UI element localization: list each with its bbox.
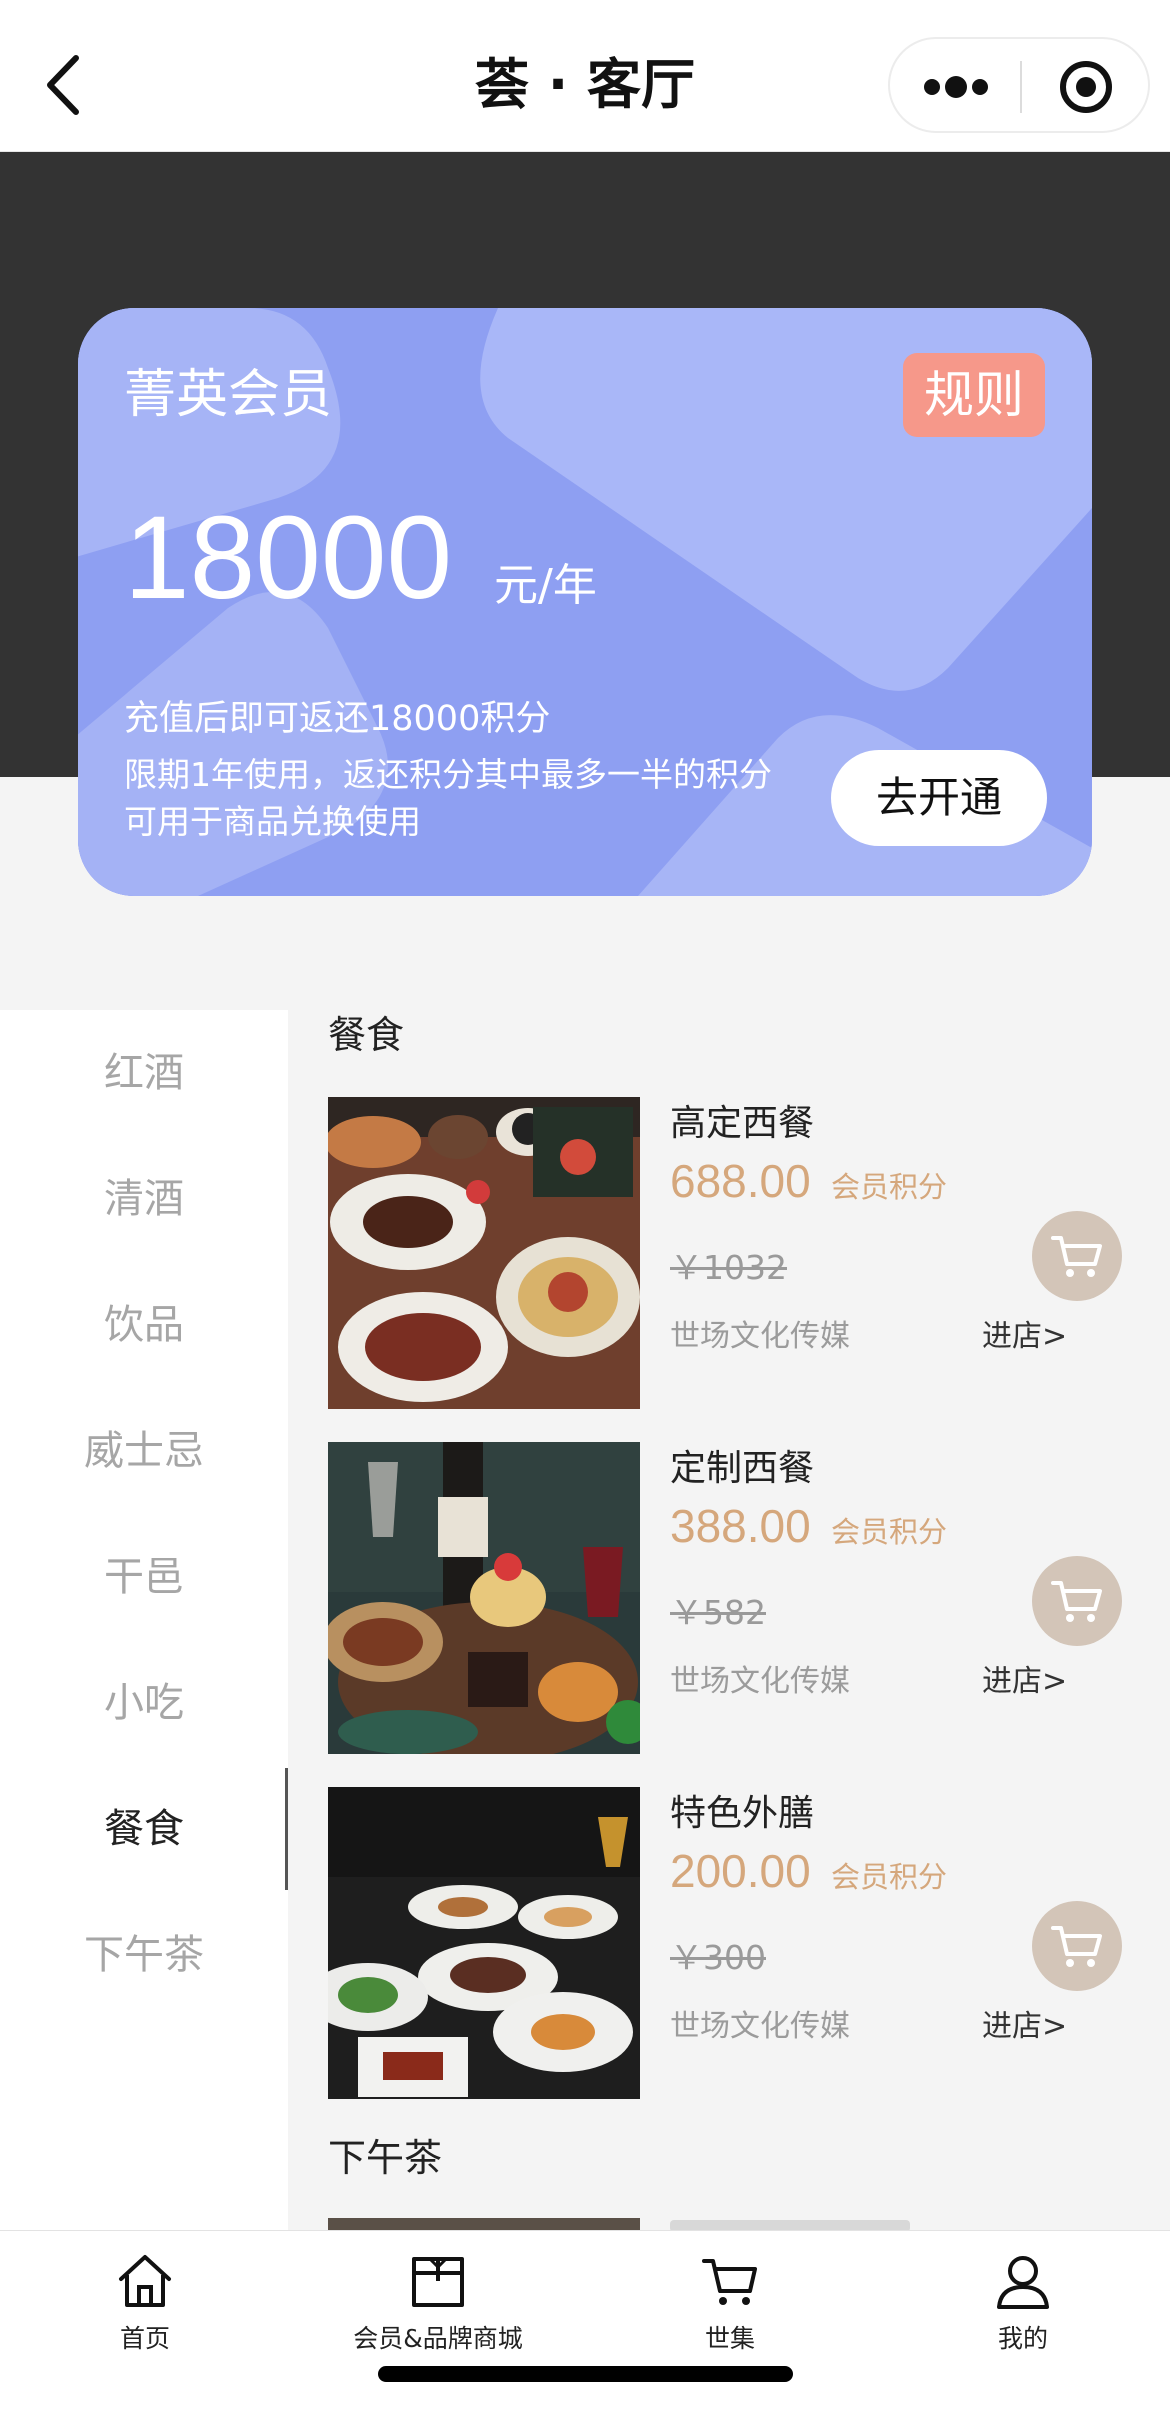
tab-label: 我的	[997, 2324, 1048, 2353]
section-title: 下午茶	[328, 2136, 443, 2180]
cart-icon	[1051, 1926, 1102, 1967]
member-tier: 菁英会员	[124, 365, 333, 425]
product-points: 388.00	[670, 1500, 811, 1552]
product-card[interactable]: 定制西餐 388.00 会员积分 ￥582 世场文化传媒 进店>	[328, 1442, 1138, 1754]
product-points: 688.00	[670, 1155, 811, 1207]
card-description-line: 限期1年使用，返还积分其中最多一半的积分	[124, 755, 772, 794]
product-image	[328, 1097, 640, 1409]
category-item[interactable]: 清酒	[0, 1136, 288, 1262]
member-card: 菁英会员 规则 18000 元/年 充值后即可返还18000积分 限期1年使用，…	[78, 308, 1092, 896]
user-icon	[997, 2256, 1049, 2309]
add-to-cart-button[interactable]	[1032, 1901, 1122, 1991]
product-card[interactable]: 高定西餐 688.00 会员积分 ￥1032 世场文化传媒 进店>	[328, 1097, 1138, 1409]
add-to-cart-button[interactable]	[1032, 1211, 1122, 1301]
activate-membership-button[interactable]: 去开通	[831, 750, 1047, 846]
product-card[interactable]: 特色外膳 200.00 会员积分 ￥300 世场文化传媒 进店>	[328, 1787, 1138, 2099]
category-item[interactable]: 红酒	[0, 1010, 288, 1136]
enter-store-link[interactable]: 进店>	[982, 1660, 1067, 1704]
more-dots-icon	[924, 76, 988, 98]
home-indicator	[378, 2366, 793, 2382]
original-price: ￥300	[670, 1938, 766, 1977]
original-price: ￥1032	[670, 1248, 787, 1287]
category-item[interactable]: 干邑	[0, 1514, 288, 1640]
merchant-name: 世场文化传媒	[670, 1664, 850, 1699]
original-price: ￥582	[670, 1593, 766, 1632]
tab-mine[interactable]: 我的	[963, 2231, 1083, 2361]
category-item-active[interactable]: 餐食	[0, 1766, 288, 1892]
card-description-line: 充值后即可返还18000积分	[124, 699, 551, 739]
product-points: 200.00	[670, 1845, 811, 1897]
merchant-name: 世场文化传媒	[670, 2009, 850, 2044]
cart-icon	[1051, 1581, 1102, 1622]
category-item[interactable]: 下午茶	[0, 1892, 288, 2018]
tab-label: 会员&品牌商城	[353, 2324, 523, 2353]
category-item[interactable]: 饮品	[0, 1262, 288, 1388]
points-label: 会员积分	[831, 1170, 948, 1204]
product-name: 定制西餐	[670, 1448, 815, 1489]
price-unit: 元/年	[494, 560, 597, 611]
product-name: 高定西餐	[670, 1103, 815, 1144]
tab-shiji[interactable]: 世集	[670, 2231, 790, 2361]
enter-store-link[interactable]: 进店>	[982, 2005, 1067, 2049]
cart-icon	[702, 2259, 757, 2305]
tab-label: 首页	[119, 2324, 170, 2353]
points-label: 会员积分	[831, 1860, 948, 1894]
mini-program-capsule	[888, 37, 1150, 133]
target-icon	[1060, 61, 1112, 113]
tab-member-mall[interactable]: 会员&品牌商城	[338, 2231, 538, 2361]
product-name: 特色外膳	[670, 1793, 815, 1834]
home-icon	[119, 2255, 171, 2307]
add-to-cart-button[interactable]	[1032, 1556, 1122, 1646]
bottom-tab-bar: 首页 会员&品牌商城 世集 我的	[0, 2230, 1170, 2411]
tab-label: 世集	[704, 2324, 755, 2353]
points-label: 会员积分	[831, 1515, 948, 1549]
active-category-indicator	[285, 1768, 288, 1890]
section-title: 餐食	[328, 1013, 405, 1057]
top-navigation-bar: 荟 · 客厅	[0, 0, 1170, 152]
enter-store-link[interactable]: 进店>	[982, 1315, 1067, 1359]
card-description-line: 可用于商品兑换使用	[124, 802, 421, 841]
membership-price: 18000	[124, 492, 453, 624]
merchant-name: 世场文化传媒	[670, 1319, 850, 1354]
tab-home[interactable]: 首页	[85, 2231, 205, 2361]
category-item[interactable]: 小吃	[0, 1640, 288, 1766]
category-item[interactable]: 威士忌	[0, 1388, 288, 1514]
category-sidebar: 红酒 清酒 饮品 威士忌 干邑 小吃 餐食 下午茶	[0, 1010, 288, 2230]
rules-button[interactable]: 规则	[903, 353, 1045, 437]
product-image	[328, 1442, 640, 1754]
product-image	[328, 1787, 640, 2099]
gift-box-icon	[412, 2257, 464, 2307]
more-button[interactable]	[890, 39, 1020, 131]
cart-icon	[1051, 1236, 1102, 1277]
close-mini-program-button[interactable]	[1022, 39, 1150, 131]
